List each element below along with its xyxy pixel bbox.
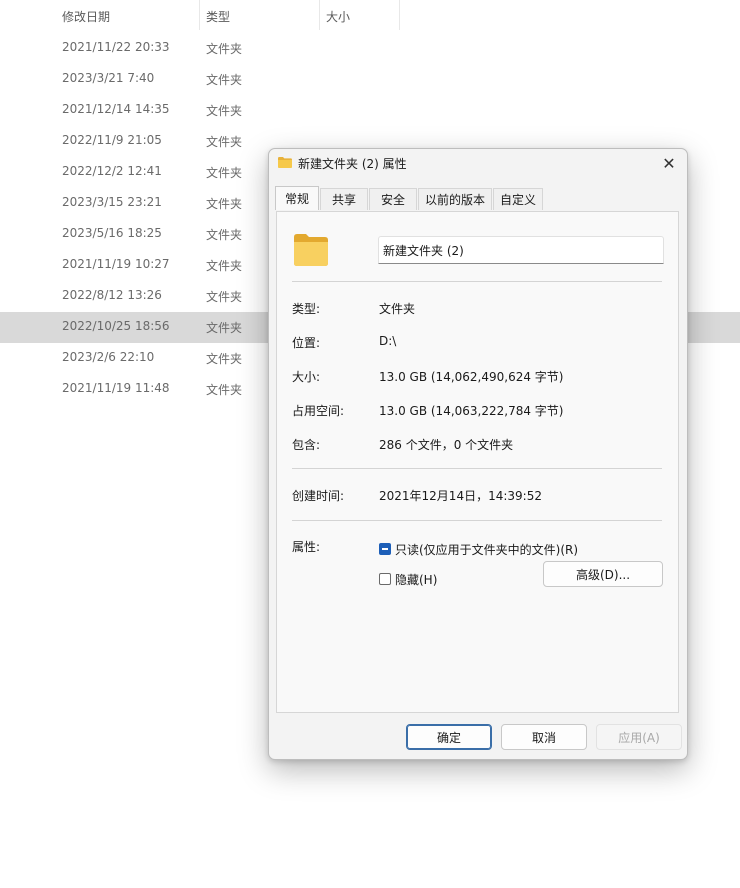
modified-date: 2021/11/22 20:33 [62,40,170,54]
hidden-label[interactable]: 隐藏(H) [395,571,437,588]
tab-label: 以前的版本 [424,193,485,207]
folder-name-input[interactable] [378,236,664,264]
location-label: 位置: [292,336,321,350]
dialog-title: 新建文件夹 (2) 属性 [298,157,407,171]
column-header-modified[interactable]: 修改日期 [56,0,200,32]
modified-date: 2022/8/12 13:26 [62,288,162,302]
column-header-type[interactable]: 类型 [200,0,320,32]
column-header-label: 类型 [206,9,231,24]
cancel-button[interactable]: 取消 [501,724,587,750]
tab-label: 自定义 [499,193,536,207]
modified-date: 2022/11/9 21:05 [62,133,162,147]
created-value: 2021年12月14日，14:39:52 [379,489,542,503]
hidden-checkbox[interactable] [379,573,391,585]
tab-general[interactable]: 常规 [275,186,319,210]
modified-date: 2021/11/19 10:27 [62,257,170,271]
column-header-size[interactable]: 大小 [320,0,400,32]
tab-security[interactable]: 安全 [369,188,417,210]
modified-date: 2021/12/14 14:35 [62,102,170,116]
divider [292,520,662,521]
tab-label: 安全 [380,193,405,207]
general-tab-panel: 类型: 文件夹 位置: D:\ 大小: 13.0 GB (14,062,490,… [276,211,679,713]
tab-sharing[interactable]: 共享 [320,188,368,210]
dialog-titlebar[interactable]: 新建文件夹 (2) 属性 ✕ [269,149,687,177]
tab-label: 共享 [331,193,356,207]
ok-button[interactable]: 确定 [406,724,492,750]
size-on-disk-value: 13.0 GB (14,063,222,784 字节) [379,404,564,418]
properties-dialog: 新建文件夹 (2) 属性 ✕ 常规 共享 安全 以前的版本 自定义 类型: 文件… [268,148,688,760]
file-type: 文件夹 [206,104,243,118]
column-header-label: 修改日期 [62,9,111,24]
created-label: 创建时间: [292,489,345,503]
size-label: 大小: [292,370,321,384]
file-type: 文件夹 [206,135,243,149]
type-label: 类型: [292,302,321,316]
size-value: 13.0 GB (14,062,490,624 字节) [379,370,564,384]
size-on-disk-label: 占用空间: [292,404,345,418]
attributes-label: 属性: [292,540,321,554]
type-value: 文件夹 [379,302,416,316]
modified-date: 2023/5/16 18:25 [62,226,162,240]
modified-date: 2022/10/25 18:56 [62,319,170,333]
modified-date: 2023/2/6 22:10 [62,350,155,364]
file-row[interactable]: 2021/11/22 20:33 文件夹 [0,33,740,64]
file-type: 文件夹 [206,321,243,335]
file-type: 文件夹 [206,352,243,366]
file-type: 文件夹 [206,42,243,56]
modified-date: 2023/3/15 23:21 [62,195,162,209]
file-type: 文件夹 [206,197,243,211]
divider [292,281,662,282]
tab-previous-versions[interactable]: 以前的版本 [418,188,492,210]
modified-date: 2021/11/19 11:48 [62,381,170,395]
modified-date: 2022/12/2 12:41 [62,164,162,178]
folder-icon [294,234,328,266]
divider [292,468,662,469]
file-row[interactable]: 2021/12/14 14:35 文件夹 [0,95,740,126]
close-icon: ✕ [662,153,676,173]
file-type: 文件夹 [206,290,243,304]
column-divider[interactable] [399,0,400,30]
tab-label: 常规 [284,192,309,206]
readonly-label[interactable]: 只读(仅应用于文件夹中的文件)(R) [395,541,578,558]
contains-value: 286 个文件，0 个文件夹 [379,438,514,452]
folder-icon [278,157,292,168]
modified-date: 2023/3/21 7:40 [62,71,155,85]
advanced-button[interactable]: 高级(D)... [543,561,663,587]
file-type: 文件夹 [206,73,243,87]
close-button[interactable]: ✕ [655,151,683,175]
tab-customize[interactable]: 自定义 [493,188,543,210]
column-header-label: 大小 [326,9,351,24]
file-row[interactable]: 2023/3/21 7:40 文件夹 [0,64,740,95]
file-type: 文件夹 [206,383,243,397]
apply-button[interactable]: 应用(A) [596,724,682,750]
contains-label: 包含: [292,438,321,452]
file-type: 文件夹 [206,228,243,242]
file-type: 文件夹 [206,166,243,180]
location-value: D:\ [379,334,397,348]
file-type: 文件夹 [206,259,243,273]
readonly-checkbox[interactable] [379,543,391,555]
